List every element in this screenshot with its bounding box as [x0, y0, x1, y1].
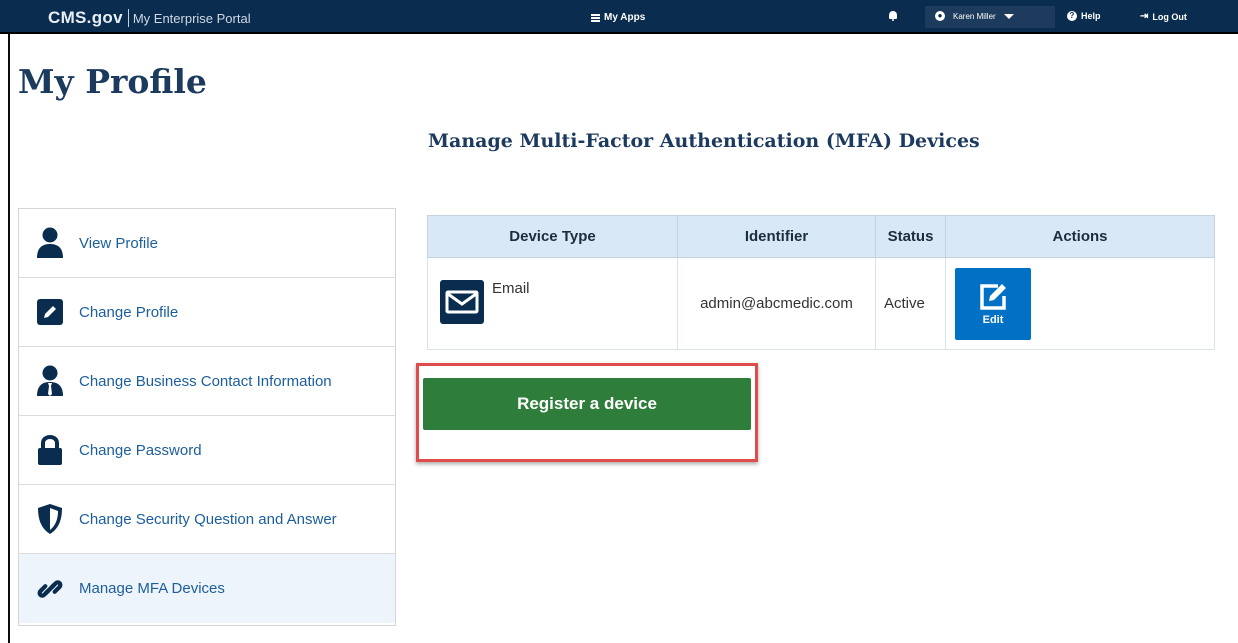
- column-header-status: Status: [875, 215, 946, 258]
- edit-label: Edit: [982, 313, 1004, 326]
- column-header-actions: Actions: [945, 215, 1215, 258]
- brand[interactable]: CMS.gov My Enterprise Portal: [48, 8, 251, 28]
- shield-icon: [35, 502, 65, 536]
- sidebar-item-label: View Profile: [79, 234, 158, 252]
- question-icon: ?: [1067, 11, 1077, 21]
- sidebar-item-view-profile[interactable]: View Profile: [19, 209, 395, 278]
- user-name: Karen Miller: [953, 11, 996, 21]
- device-type-cell: Email: [427, 257, 678, 350]
- user-icon: [35, 226, 65, 260]
- sidebar-item-label: Change Profile: [79, 303, 179, 321]
- sidebar-item-change-business-contact[interactable]: Change Business Contact Information: [19, 347, 395, 416]
- pencil-icon: [35, 295, 65, 329]
- hamburger-icon: [591, 13, 600, 23]
- table-header-row: Device Type Identifier Status Actions: [427, 215, 1215, 258]
- page-title: My Profile: [18, 62, 207, 101]
- register-device-button[interactable]: Register a device: [423, 378, 751, 430]
- sidebar-item-label: Change Security Question and Answer: [79, 510, 337, 528]
- top-navigation-bar: CMS.gov My Enterprise Portal My Apps ● K…: [0, 0, 1238, 34]
- sidebar-item-change-security-question[interactable]: Change Security Question and Answer: [19, 485, 395, 554]
- sidebar-item-manage-mfa-devices[interactable]: Manage MFA Devices: [19, 554, 395, 623]
- envelope-icon: [440, 280, 484, 324]
- profile-sidebar: View Profile Change Profile Change Busin…: [18, 208, 396, 626]
- portal-name[interactable]: My Enterprise Portal: [133, 11, 251, 26]
- user-circle-icon: ●: [935, 11, 945, 21]
- status-cell: Active: [875, 257, 946, 350]
- sidebar-item-change-password[interactable]: Change Password: [19, 416, 395, 485]
- link-icon: [35, 572, 65, 606]
- table-row: Email admin@abcmedic.com Active Edit: [427, 257, 1215, 350]
- left-border: [8, 34, 10, 643]
- logout-label: Log Out: [1152, 11, 1187, 22]
- my-apps-label: My Apps: [604, 12, 646, 23]
- logout-icon: ⇥: [1140, 11, 1149, 22]
- chevron-down-icon: [1003, 13, 1014, 19]
- help-link[interactable]: ? Help: [1067, 11, 1101, 21]
- sidebar-item-label: Manage MFA Devices: [79, 580, 225, 597]
- sidebar-item-change-profile[interactable]: Change Profile: [19, 278, 395, 347]
- user-menu[interactable]: ● Karen Miller: [935, 11, 1014, 21]
- mfa-devices-table: Device Type Identifier Status Actions Em…: [427, 215, 1215, 350]
- brand-divider: [127, 9, 129, 27]
- logout-link[interactable]: ⇥ Log Out: [1140, 11, 1187, 22]
- business-user-icon: [35, 364, 65, 398]
- my-apps-menu[interactable]: My Apps: [591, 12, 645, 23]
- edit-button[interactable]: Edit: [955, 267, 1031, 340]
- section-title: Manage Multi-Factor Authentication (MFA)…: [428, 130, 980, 152]
- device-type-value: Email: [492, 280, 530, 297]
- lock-icon: [35, 433, 65, 467]
- column-header-device-type: Device Type: [427, 215, 678, 258]
- sidebar-item-label: Change Password: [79, 441, 202, 459]
- column-header-identifier: Identifier: [677, 215, 876, 258]
- actions-cell: Edit: [945, 257, 1215, 350]
- bell-icon: [889, 11, 897, 21]
- notifications-button[interactable]: [889, 11, 897, 21]
- help-label: Help: [1081, 11, 1101, 21]
- sidebar-item-label: Change Business Contact Information: [79, 372, 332, 390]
- identifier-cell: admin@abcmedic.com: [677, 257, 876, 350]
- cms-logo[interactable]: CMS.gov: [48, 8, 123, 28]
- edit-icon: [980, 283, 1006, 310]
